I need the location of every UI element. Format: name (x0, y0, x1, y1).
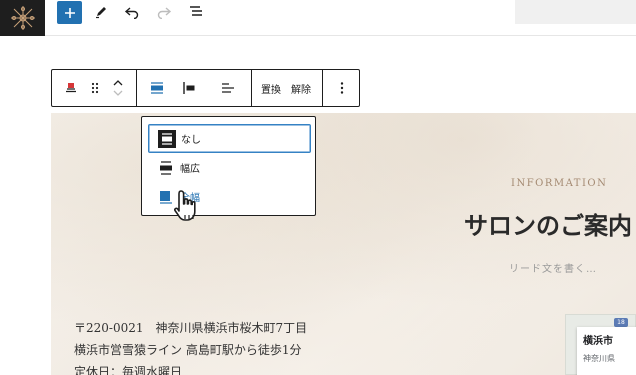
drag-handle[interactable] (86, 70, 104, 106)
section-label: INFORMATION (511, 178, 608, 189)
undo-icon (124, 7, 139, 19)
editor-canvas: INFORMATION サロンのご案内 リード文を書く… 〒220-0021 神… (51, 113, 636, 375)
pencil-icon (96, 7, 106, 19)
redo-button[interactable] (152, 0, 176, 24)
align-button[interactable] (144, 70, 170, 106)
move-down-icon[interactable] (112, 88, 124, 98)
alignment-dropdown: なし 幅広 全幅 (141, 116, 316, 216)
align-wide-icon (156, 158, 176, 178)
map-embed[interactable]: 18 横浜市 神奈川県 (565, 314, 636, 375)
page-title[interactable]: サロンのご案内 (464, 206, 632, 241)
map-road-badge: 18 (614, 318, 628, 327)
align-option-wide[interactable]: 幅広 (148, 153, 311, 182)
block-toolbar: 置換 解除 (51, 69, 360, 107)
move-up-icon[interactable] (112, 78, 124, 88)
align-left-icon (183, 82, 195, 94)
map-place-card: 横浜市 神奈川県 (577, 327, 636, 375)
block-type-icon (66, 83, 76, 93)
text-justify-button[interactable] (215, 70, 241, 106)
plus-icon (64, 7, 75, 18)
address-line: 〒220-0021 神奈川県横浜市桜木町7丁目 (74, 321, 308, 335)
tools-button[interactable] (89, 0, 113, 24)
redo-icon (157, 7, 172, 19)
undo-button[interactable] (120, 0, 144, 24)
toolbar-divider (136, 70, 137, 106)
block-type-button[interactable] (58, 70, 84, 106)
unlink-label: 解除 (291, 84, 311, 96)
address-block[interactable]: 〒220-0021 神奈川県横浜市桜木町7丁目 横浜市営雪猿ライン 高島町駅から… (74, 317, 307, 375)
site-logo-icon[interactable] (0, 0, 45, 36)
command-search-bar[interactable] (515, 0, 636, 24)
address-line: 定休日：毎週水曜日 (74, 365, 183, 375)
map-prefecture: 神奈川県 (583, 354, 615, 363)
list-view-icon (190, 6, 202, 16)
move-buttons (108, 70, 128, 106)
toolbar-divider (322, 70, 323, 106)
editor-top-toolbar (0, 0, 636, 36)
align-option-label: 幅広 (180, 164, 200, 175)
lead-text-placeholder[interactable]: リード文を書く… (509, 260, 597, 275)
justify-left-button[interactable] (176, 70, 202, 106)
map-city: 横浜市 (583, 336, 613, 347)
replace-label: 置換 (261, 84, 281, 96)
address-line: 横浜市営雪猿ライン 高島町駅から徒歩1分 (74, 343, 302, 357)
more-options-button[interactable] (330, 70, 354, 106)
unlink-button[interactable]: 解除 (288, 70, 314, 106)
justify-icon (222, 83, 234, 93)
add-block-button[interactable] (57, 1, 82, 24)
toolbar-divider (251, 70, 252, 106)
replace-button[interactable]: 置換 (258, 70, 284, 106)
more-options-icon (340, 82, 344, 94)
align-option-none[interactable]: なし (148, 124, 311, 153)
hand-pointer-cursor-icon (174, 190, 196, 221)
align-option-label: なし (181, 135, 201, 146)
align-none-icon (157, 129, 177, 149)
drag-handle-icon (91, 82, 99, 94)
align-full-icon (151, 82, 163, 94)
list-view-button[interactable] (184, 0, 208, 24)
